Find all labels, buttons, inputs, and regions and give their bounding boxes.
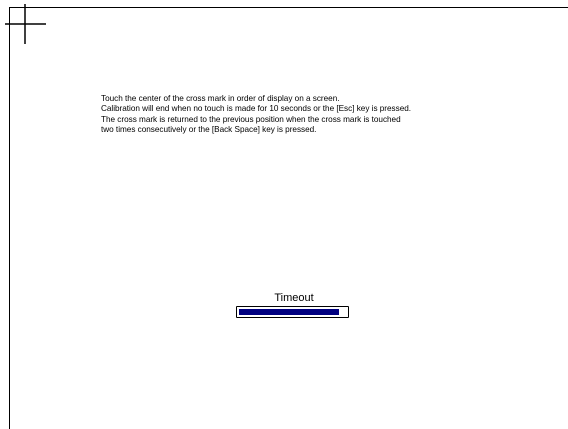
instruction-line: two times consecutively or the [Back Spa… xyxy=(101,124,317,134)
timeout-progress-fill xyxy=(239,309,339,315)
screen-frame-left xyxy=(9,7,10,429)
instruction-line: Calibration will end when no touch is ma… xyxy=(101,104,412,114)
touch-calibration-screen[interactable]: Touch the center of the cross mark in or… xyxy=(0,0,568,429)
instruction-line: The cross mark is returned to the previo… xyxy=(101,114,401,124)
calibration-instructions: Touch the center of the cross mark in or… xyxy=(101,94,521,135)
calibration-crosshair-icon[interactable] xyxy=(0,0,60,60)
screen-frame-top xyxy=(9,7,568,8)
timeout-label: Timeout xyxy=(274,292,314,304)
instruction-line: Touch the center of the cross mark in or… xyxy=(101,94,340,103)
timeout-progress-bar xyxy=(236,306,349,318)
